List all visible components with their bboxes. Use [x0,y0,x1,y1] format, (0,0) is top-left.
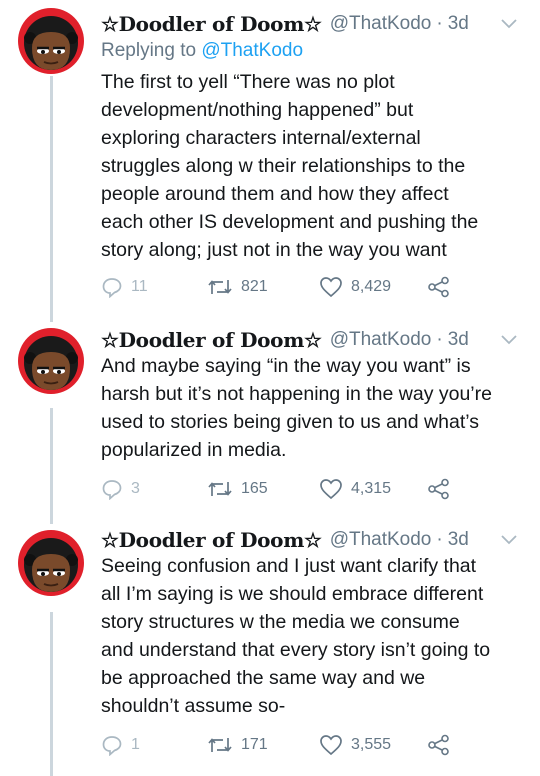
reply-icon [102,736,122,756]
tweet-header: ☆Doodler of Doom☆ @ThatKodo · 3d [101,8,469,40]
chevron-down-icon[interactable] [500,14,518,32]
tweet-text-line: people around them and how they affect [101,183,449,205]
tweet-actions: 3 165 4,315 [101,474,461,504]
reply-count: 11 [131,278,148,295]
reply-count: 3 [131,480,140,497]
tweet-text-line: story along; just not in the way you wan… [101,239,447,261]
timestamp[interactable]: 3d [448,13,469,35]
timestamp[interactable]: 3d [448,529,469,551]
retweet-button[interactable]: 821 [207,272,268,302]
separator: · [436,329,443,350]
retweet-button[interactable]: 171 [207,730,268,760]
retweet-count: 171 [241,736,268,753]
heart-icon [320,479,342,500]
heart-icon [320,277,342,298]
tweet-actions: 11 821 8,429 [101,272,461,302]
avatar[interactable] [18,8,84,74]
retweet-button[interactable]: 165 [207,474,268,504]
like-count: 8,429 [351,278,392,295]
replying-to: Replying to @ThatKodo [101,40,303,62]
share-button[interactable] [427,730,451,760]
reply-icon [102,278,122,298]
like-count: 4,315 [351,480,392,497]
tweet-text-line: And maybe saying “in the way you want” i… [101,355,471,377]
tweet[interactable]: ☆Doodler of Doom☆ @ThatKodo · 3d Replyin… [0,8,540,308]
tweet[interactable]: ☆Doodler of Doom☆ @ThatKodo · 3d And may… [0,324,540,514]
like-count: 3,555 [351,736,392,753]
tweet-text-line: be approached the same way and we [101,667,426,689]
user-handle[interactable]: @ThatKodo [330,529,432,551]
user-handle[interactable]: @ThatKodo [330,329,432,351]
tweet-text-line: shouldn’t assume so- [101,695,286,717]
reply-icon [102,480,122,500]
retweet-icon [208,738,232,752]
reply-button[interactable]: 1 [101,730,140,760]
avatar[interactable] [18,328,84,394]
separator: · [436,529,443,550]
tweet[interactable]: ☆Doodler of Doom☆ @ThatKodo · 3d Seeing … [0,524,540,776]
tweet-text-line: struggles along w their relationships to… [101,155,466,177]
share-icon [428,478,449,500]
tweet-text-line: Seeing confusion and I just want clarify… [101,555,477,577]
retweet-icon [208,280,232,294]
reply-button[interactable]: 11 [101,272,148,302]
separator: · [436,13,443,34]
display-name[interactable]: ☆Doodler of Doom☆ [101,328,322,352]
replying-to-handle[interactable]: @ThatKodo [201,40,303,61]
tweet-text-line: each other IS development and pushing th… [101,211,479,233]
tweet-text-line: all I’m saying is we should embrace diff… [101,583,484,605]
avatar[interactable] [18,530,84,596]
tweet-text: And maybe saying “in the way you want” i… [101,352,526,464]
chevron-down-icon[interactable] [500,330,518,348]
tweet-text: Seeing confusion and I just want clarify… [101,552,526,720]
retweet-count: 165 [241,480,268,497]
like-button[interactable]: 3,555 [319,730,391,760]
replying-to-label: Replying to [101,40,197,61]
retweet-count: 821 [241,278,268,295]
tweet-text-line: story structures w the media we consume [101,611,460,633]
reply-button[interactable]: 3 [101,474,140,504]
timestamp[interactable]: 3d [448,329,469,351]
tweet-text: The first to yell “There was no plot dev… [101,68,526,264]
tweet-text-line: and understand that every story isn’t go… [101,639,491,661]
tweet-text-line: harsh but it’s not happening in the way … [101,383,492,405]
chevron-down-icon[interactable] [500,530,518,548]
share-icon [428,734,449,756]
tweet-text-line: exploring characters internal/external [101,127,421,149]
retweet-icon [208,482,232,496]
display-name[interactable]: ☆Doodler of Doom☆ [101,528,322,552]
tweet-text-line: The first to yell “There was no plot [101,71,395,93]
tweet-text-line: used to stories being given to us and wh… [101,411,479,433]
tweet-text-line: popularized in media. [101,439,287,461]
user-handle[interactable]: @ThatKodo [330,13,432,35]
display-name[interactable]: ☆Doodler of Doom☆ [101,12,322,36]
reply-count: 1 [131,736,140,753]
like-button[interactable]: 4,315 [319,474,391,504]
share-button[interactable] [427,272,451,302]
like-button[interactable]: 8,429 [319,272,391,302]
heart-icon [320,735,342,756]
share-button[interactable] [427,474,451,504]
tweet-text-line: development/nothing happened” but [101,99,414,121]
tweet-actions: 1 171 3,555 [101,730,461,760]
share-icon [428,276,449,298]
